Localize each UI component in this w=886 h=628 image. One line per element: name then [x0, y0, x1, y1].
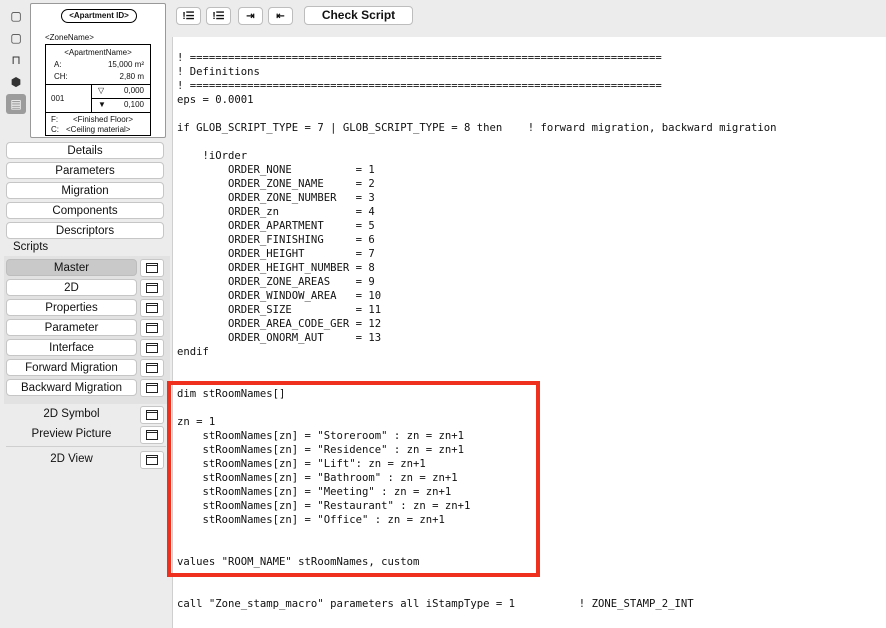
open-window-button[interactable]: [140, 319, 164, 337]
descriptors-button[interactable]: Descriptors: [6, 222, 164, 239]
window-icon: [146, 263, 158, 273]
zone-stamp-preview: <Apartment ID> <ZoneName> <ApartmentName…: [30, 3, 166, 138]
stamp-box: <ApartmentName> A: 15,000 m² CH: 2,80 m …: [45, 44, 151, 136]
apartment-id-label: <Apartment ID>: [61, 9, 137, 23]
elevation-view-icon[interactable]: ⊓: [6, 50, 26, 70]
highlight-box: [167, 381, 540, 577]
script-properties-button[interactable]: Properties: [6, 299, 137, 316]
script-parameter-button[interactable]: Parameter: [6, 319, 137, 336]
ch-label: CH:: [54, 72, 68, 81]
open-window-button[interactable]: [140, 359, 164, 377]
parameters-button[interactable]: Parameters: [6, 162, 164, 179]
preview-picture-label[interactable]: Preview Picture: [6, 428, 137, 440]
migration-button[interactable]: Migration: [6, 182, 164, 199]
triangle-up-icon: ▽: [98, 86, 105, 95]
area-value: 15,000 m²: [107, 60, 144, 69]
window-icon: [146, 323, 158, 333]
zone-number: 001: [51, 94, 65, 103]
triangle-down-icon: ▼: [98, 100, 106, 109]
window-icon: [146, 455, 158, 465]
comment-icon[interactable]: !☰: [176, 7, 201, 25]
script-2d-button[interactable]: 2D: [6, 279, 137, 296]
open-window-button[interactable]: [140, 379, 164, 397]
open-window-button[interactable]: [140, 406, 164, 424]
open-window-button[interactable]: [140, 339, 164, 357]
3d-view-icon[interactable]: ⬢: [6, 72, 26, 92]
window-icon: [146, 430, 158, 440]
components-button[interactable]: Components: [6, 202, 164, 219]
window-icon: [146, 343, 158, 353]
open-window-button[interactable]: [140, 451, 164, 469]
floor-plan-view-icon[interactable]: ▢: [6, 6, 26, 26]
area-label: A:: [54, 60, 62, 69]
open-window-button[interactable]: [140, 299, 164, 317]
window-icon: [146, 283, 158, 293]
up-value: 0,000: [123, 86, 144, 95]
script-view-icon[interactable]: ▤: [6, 94, 26, 114]
open-window-button[interactable]: [140, 279, 164, 297]
window-icon: [146, 383, 158, 393]
divider: [6, 446, 166, 447]
floor-label: F:: [51, 115, 59, 124]
left-panel: ▢ ▢ ⊓ ⬢ ▤ <Apartment ID> <ZoneName> <Apa…: [0, 0, 172, 628]
stamp-divider: [46, 112, 150, 113]
floor-value: <Finished Floor>: [73, 115, 134, 124]
ch-value: 2,80 m: [119, 72, 144, 81]
view-toolbar: ▢ ▢ ⊓ ⬢ ▤: [6, 6, 28, 116]
check-script-button[interactable]: Check Script: [304, 6, 413, 25]
details-button[interactable]: Details: [6, 142, 164, 159]
window-icon: [146, 303, 158, 313]
script-interface-button[interactable]: Interface: [6, 339, 137, 356]
down-value: 0,100: [123, 100, 144, 109]
scripts-section-label: Scripts: [13, 241, 49, 253]
open-window-button[interactable]: [140, 259, 164, 277]
ceiling-label: C:: [51, 125, 59, 134]
window-icon: [146, 363, 158, 373]
indent-icon[interactable]: ⇥: [238, 7, 263, 25]
outdent-icon[interactable]: ⇤: [268, 7, 293, 25]
section-view-icon[interactable]: ▢: [6, 28, 26, 48]
stamp-divider: [91, 98, 150, 99]
apartment-name-label: <ApartmentName>: [64, 48, 132, 57]
stamp-divider: [46, 84, 150, 85]
editor-toolbar: !☰ !☰ ⇥ ⇤ Check Script: [172, 0, 886, 38]
uncomment-icon[interactable]: !☰: [206, 7, 231, 25]
script-backward-migration-button[interactable]: Backward Migration: [6, 379, 137, 396]
script-forward-migration-button[interactable]: Forward Migration: [6, 359, 137, 376]
open-window-button[interactable]: [140, 426, 164, 444]
ceiling-value: <Ceiling material>: [66, 125, 131, 134]
zone-name-label: <ZoneName>: [45, 33, 94, 42]
script-master-button[interactable]: Master: [6, 259, 137, 276]
2d-symbol-label[interactable]: 2D Symbol: [6, 408, 137, 420]
2d-view-label[interactable]: 2D View: [6, 453, 137, 465]
window-icon: [146, 410, 158, 420]
